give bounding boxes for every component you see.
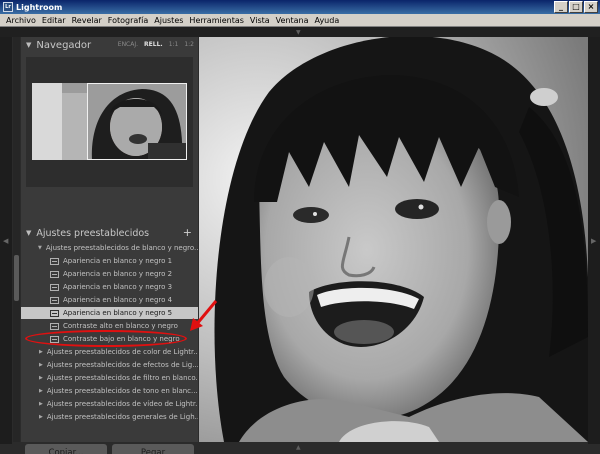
left-panel: ▼ Navegador ENCAJ. RELL. 1:1 1:2 ▼ Ajust… — [21, 37, 198, 454]
left-panel-scrollbar[interactable] — [13, 37, 20, 442]
left-panel-toggle[interactable]: ◀ — [0, 37, 12, 444]
preset-folder-label: Ajustes preestablecidos de vídeo de Ligh… — [46, 400, 198, 408]
menu-archivo[interactable]: Archivo — [3, 16, 39, 25]
title-bar: Lr Lightroom _ □ × — [0, 0, 600, 14]
expanded-triangle-icon[interactable]: ▼ — [38, 245, 42, 251]
preset-label: Apariencia en blanco y negro 1 — [63, 257, 173, 265]
zoom-1-1[interactable]: 1:1 — [169, 41, 179, 48]
navigator-preview[interactable] — [26, 57, 193, 187]
copy-button[interactable]: Copiar... — [25, 444, 107, 454]
expand-right-icon[interactable]: ▶ — [591, 237, 596, 245]
preset-item[interactable]: Apariencia en blanco y negro 4 — [21, 294, 198, 306]
show-top-panel-icon[interactable]: ▼ — [296, 29, 301, 36]
preset-folder-label: Ajustes preestablecidos de tono en blanc… — [46, 387, 198, 395]
lightroom-workspace: ▼ ▲ ◀ ▶ ▼ Navegador ENCAJ. RELL. 1:1 1:2 — [0, 27, 600, 454]
annotation-arrow-icon — [190, 300, 218, 331]
preset-folder[interactable]: ▶ Ajustes preestablecidos de filtro en b… — [21, 372, 198, 384]
show-bottom-panel-icon[interactable]: ▲ — [296, 444, 301, 451]
preset-icon — [50, 257, 59, 265]
menu-revelar[interactable]: Revelar — [69, 16, 105, 25]
preset-folder[interactable]: ▶ Ajustes preestablecidos de vídeo de Li… — [21, 398, 198, 410]
collapsed-triangle-icon[interactable]: ▶ — [39, 362, 43, 368]
main-photo[interactable] — [199, 37, 588, 442]
preset-folder-bw[interactable]: ▼ Ajustes preestablecidos de blanco y ne… — [21, 242, 198, 254]
preset-folder-label: Ajustes preestablecidos de efectos de Li… — [46, 361, 198, 369]
menu-ayuda[interactable]: Ayuda — [312, 16, 343, 25]
preset-item-selected[interactable]: Apariencia en blanco y negro 5 — [21, 307, 198, 319]
menu-fotografia[interactable]: Fotografía — [105, 16, 151, 25]
preset-folder[interactable]: ▶ Ajustes preestablecidos generales de L… — [21, 411, 198, 423]
minimize-button[interactable]: _ — [554, 1, 568, 13]
right-panel-toggle[interactable]: ▶ — [588, 37, 600, 444]
collapsed-triangle-icon[interactable]: ▶ — [39, 375, 43, 381]
collapsed-triangle-icon[interactable]: ▶ — [39, 401, 43, 407]
preset-icon — [50, 296, 59, 304]
collapsed-triangle-icon[interactable]: ▶ — [39, 349, 43, 355]
navigator-header[interactable]: ▼ Navegador ENCAJ. RELL. 1:1 1:2 — [21, 37, 198, 53]
menu-ventana[interactable]: Ventana — [273, 16, 312, 25]
menu-herramientas[interactable]: Herramientas — [186, 16, 247, 25]
copy-paste-bar: Copiar... Pegar — [21, 442, 198, 454]
window-controls: _ □ × — [554, 1, 598, 13]
collapse-navigator-icon[interactable]: ▼ — [26, 41, 31, 49]
preset-icon — [50, 270, 59, 278]
menu-ajustes[interactable]: Ajustes — [151, 16, 186, 25]
scrollbar-thumb[interactable] — [14, 255, 19, 301]
preset-folder-label: Ajustes preestablecidos generales de Lig… — [46, 413, 198, 421]
add-preset-icon[interactable]: + — [183, 226, 192, 239]
preset-icon — [50, 322, 59, 330]
presets-title: Ajustes preestablecidos — [36, 227, 150, 239]
preset-folder[interactable]: ▶ Ajustes preestablecidos de color de Li… — [21, 346, 198, 358]
collapse-presets-icon[interactable]: ▼ — [26, 229, 31, 237]
zoom-options: ENCAJ. RELL. 1:1 1:2 — [118, 41, 194, 48]
navigator-title: Navegador — [36, 39, 92, 51]
preset-label: Apariencia en blanco y negro 4 — [63, 296, 173, 304]
menu-editar[interactable]: Editar — [39, 16, 69, 25]
zoom-1-2[interactable]: 1:2 — [184, 41, 194, 48]
preset-item[interactable]: Apariencia en blanco y negro 3 — [21, 281, 198, 293]
menu-bar: Archivo Editar Revelar Fotografía Ajuste… — [0, 14, 600, 27]
preset-folder-label: Ajustes preestablecidos de color de Ligh… — [46, 348, 198, 356]
preset-label: Apariencia en blanco y negro 2 — [63, 270, 173, 278]
collapse-left-icon[interactable]: ◀ — [3, 237, 8, 245]
menu-vista[interactable]: Vista — [247, 16, 273, 25]
preset-icon — [50, 309, 59, 317]
collapsed-triangle-icon[interactable]: ▶ — [39, 414, 43, 420]
preset-label: Apariencia en blanco y negro 5 — [63, 309, 173, 317]
photo-image — [199, 37, 588, 442]
preset-folder-label: Ajustes preestablecidos de filtro en bla… — [46, 374, 198, 382]
preset-folder-label: Ajustes preestablecidos de blanco y negr… — [45, 244, 198, 252]
zoom-fill[interactable]: RELL. — [144, 41, 163, 48]
paste-button[interactable]: Pegar — [112, 444, 194, 454]
window-title: Lightroom — [16, 2, 63, 12]
annotation-ellipse — [25, 330, 187, 347]
lightroom-app-icon: Lr — [3, 2, 13, 12]
preset-folder[interactable]: ▶ Ajustes preestablecidos de tono en bla… — [21, 385, 198, 397]
zoom-fit[interactable]: ENCAJ. — [118, 41, 138, 48]
preset-folder[interactable]: ▶ Ajustes preestablecidos de efectos de … — [21, 359, 198, 371]
preset-item[interactable]: Apariencia en blanco y negro 2 — [21, 268, 198, 280]
navigator-thumbnail[interactable] — [32, 83, 187, 160]
preset-label: Apariencia en blanco y negro 3 — [63, 283, 173, 291]
preset-item[interactable]: Apariencia en blanco y negro 1 — [21, 255, 198, 267]
viewport-frame[interactable] — [87, 83, 187, 160]
collapsed-triangle-icon[interactable]: ▶ — [39, 388, 43, 394]
maximize-button[interactable]: □ — [569, 1, 583, 13]
presets-header[interactable]: ▼ Ajustes preestablecidos + — [21, 225, 198, 241]
close-button[interactable]: × — [584, 1, 598, 13]
preset-icon — [50, 283, 59, 291]
preset-label: Contraste alto en blanco y negro — [63, 322, 178, 330]
